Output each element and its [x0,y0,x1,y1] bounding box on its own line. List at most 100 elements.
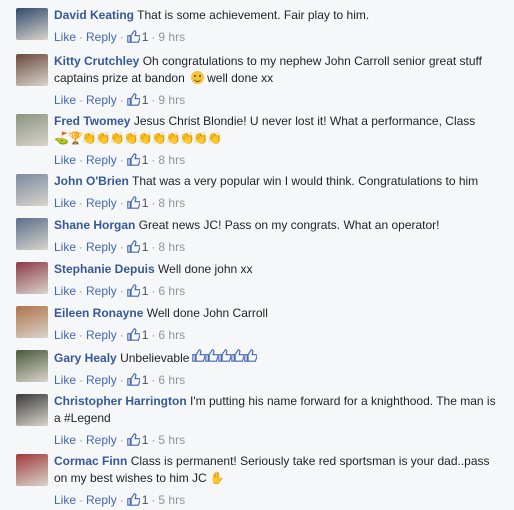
separator-dot: · [119,240,124,254]
comment-timestamp[interactable]: 9 hrs [158,30,185,44]
comment-author-link[interactable]: Fred Twomey [54,114,130,128]
reply-button[interactable]: Reply [86,240,117,254]
like-button[interactable]: Like [54,30,76,44]
like-button[interactable]: Like [54,153,76,167]
comment-text: That was a very popular win I would thin… [131,174,479,188]
like-count[interactable]: 1 [126,153,148,167]
separator-dot: · [151,240,156,254]
comment-timestamp[interactable]: 5 hrs [158,493,185,507]
like-count[interactable]: 1 [126,93,148,109]
reply-button[interactable]: Reply [86,93,117,107]
reply-button[interactable]: Reply [86,493,117,507]
comment-timestamp[interactable]: 8 hrs [158,153,185,167]
comment-text: Great news JC! Pass on my congrats. What… [138,218,440,232]
thumbs-up-icon [126,328,141,344]
comment-author-link[interactable]: Eileen Ronayne [54,306,143,320]
avatar[interactable] [16,114,48,146]
comment-actions: Like · Reply · 1 · 5 hrs [54,433,504,449]
comment-timestamp[interactable]: 6 hrs [158,284,185,298]
separator-dot: · [151,30,156,44]
comment-actions: Like · Reply · 1 · 8 hrs [54,153,504,169]
comment-text: Well done john xx [158,262,253,276]
comment-text: Jesus Christ Blondie! U never lost it! W… [133,114,476,128]
like-count[interactable]: 1 [126,240,148,254]
reply-button[interactable]: Reply [86,284,117,298]
separator-dot: · [119,373,124,387]
separator-dot: · [119,493,124,507]
comment-actions: Like · Reply · 1 · 5 hrs [54,493,504,509]
comment-timestamp[interactable]: 8 hrs [158,240,185,254]
separator-dot: · [79,196,84,210]
like-button[interactable]: Like [54,196,76,210]
separator-dot: · [151,284,156,298]
comment-text-tail: well done xx [207,71,274,85]
like-count[interactable]: 1 [126,30,148,46]
comment-timestamp[interactable]: 9 hrs [158,93,185,107]
comment-timestamp[interactable]: 8 hrs [158,196,185,210]
avatar[interactable] [16,174,48,206]
avatar[interactable] [16,350,48,382]
thumbs-up-icon [126,284,141,300]
like-button[interactable]: Like [54,433,76,447]
separator-dot: · [151,493,156,507]
avatar[interactable] [16,54,48,86]
comment-author-link[interactable]: Gary Healy [54,351,117,365]
smiley-icon [191,71,205,84]
comment-actions: Like · Reply · 1 · 9 hrs [54,93,504,109]
comment-actions: Like · Reply · 1 · 6 hrs [54,373,504,389]
avatar[interactable] [16,262,48,294]
separator-dot: · [79,93,84,107]
comment-author-link[interactable]: Kitty Crutchley [54,54,139,68]
reply-button[interactable]: Reply [86,153,117,167]
reply-button[interactable]: Reply [86,433,117,447]
reply-button[interactable]: Reply [86,328,117,342]
like-button[interactable]: Like [54,373,76,387]
thumbs-up-icon [126,30,141,46]
like-button[interactable]: Like [54,328,76,342]
like-button[interactable]: Like [54,284,76,298]
avatar[interactable] [16,306,48,338]
comment-actions: Like · Reply · 1 · 8 hrs [54,196,504,212]
separator-dot: · [151,433,156,447]
comment-text: Unbelievable [120,351,190,365]
separator-dot: · [151,373,156,387]
avatar[interactable] [16,218,48,250]
comment-text-line: Kitty Crutchley Oh congratulations to my… [54,53,504,87]
avatar[interactable] [16,394,48,426]
comment-actions: Like · Reply · 1 · 9 hrs [54,30,504,46]
comment-timestamp[interactable]: 6 hrs [158,328,185,342]
reply-button[interactable]: Reply [86,196,117,210]
like-button[interactable]: Like [54,493,76,507]
separator-dot: · [79,328,84,342]
comment-author-link[interactable]: Stephanie Depuis [54,262,155,276]
separator-dot: · [119,433,124,447]
thumbs-up-icon [126,196,141,212]
comment-author-link[interactable]: John O'Brien [54,174,129,188]
like-count[interactable]: 1 [126,284,148,300]
avatar[interactable] [16,454,48,486]
like-button[interactable]: Like [54,93,76,107]
like-count[interactable]: 1 [126,493,148,509]
like-count[interactable]: 1 [126,433,148,447]
like-count[interactable]: 1 [126,373,148,387]
like-count[interactable]: 1 [126,328,148,344]
comment-author-link[interactable]: Shane Horgan [54,218,135,232]
like-count[interactable]: 1 [126,196,148,212]
avatar[interactable] [16,8,48,40]
comment-author-link[interactable]: Christopher Harrington [54,394,187,408]
comment-timestamp[interactable]: 6 hrs [158,373,185,387]
reply-button[interactable]: Reply [86,30,117,44]
like-button[interactable]: Like [54,240,76,254]
separator-dot: · [79,153,84,167]
separator-dot: · [151,93,156,107]
comment-text-line: Stephanie Depuis Well done john xx [54,261,504,278]
thumbs-up-icon [126,93,141,109]
reply-button[interactable]: Reply [86,373,117,387]
comment-author-link[interactable]: David Keating [54,8,134,22]
separator-dot: · [151,196,156,210]
comment-timestamp[interactable]: 5 hrs [158,433,185,447]
thumbs-up-icon [126,493,141,509]
comment-text-line: John O'Brien That was a very popular win… [54,173,504,190]
comment-actions: Like · Reply · 1 · 8 hrs [54,240,504,256]
comment-author-link[interactable]: Cormac Finn [54,454,127,468]
